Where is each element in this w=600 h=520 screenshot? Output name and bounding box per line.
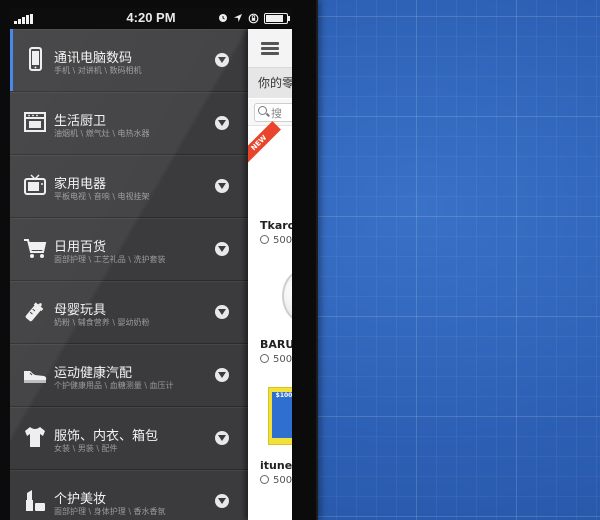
- menu-item-title: 母婴玩具: [54, 303, 107, 318]
- location-arrow-icon: [234, 14, 242, 22]
- coin-icon: [260, 475, 269, 484]
- sneaker-icon: [24, 371, 47, 383]
- menu-item-daily-goods[interactable]: 日用百货 面部护理 \ 工艺礼品 \ 洗护套装: [10, 218, 248, 281]
- search-placeholder: 搜: [271, 107, 282, 120]
- product-price: 500: [260, 475, 292, 486]
- menu-item-subtitle: 个护健康用品 \ 血糖测量 \ 血压计: [54, 381, 174, 390]
- cart-icon: [24, 239, 47, 258]
- lipstick-icon: [26, 490, 45, 511]
- product-price: 500: [260, 354, 292, 365]
- menu-item-title: 运动健康汽配: [54, 366, 133, 381]
- menu-item-beauty[interactable]: 个护美妆 面部护理 \ 身体护理 \ 香水香氛: [10, 470, 248, 520]
- menu-item-subtitle: 手机 \ 对讲机 \ 数码相机: [54, 66, 142, 75]
- menu-item-subtitle: 奶粉 \ 辅食营养 \ 婴幼奶粉: [54, 318, 150, 327]
- main-subbar: 你的零: [248, 68, 292, 98]
- chevron-down-icon[interactable]: [215, 53, 229, 67]
- main-content-panel[interactable]: 你的零 搜 NEW Tkaro 500 BARU 500 $100 itunes…: [248, 29, 292, 520]
- menu-item-subtitle: 平板电视 \ 音响 \ 电视挂架: [54, 192, 150, 201]
- menu-item-subtitle: 女装 \ 男装 \ 配件: [54, 444, 118, 453]
- phone-icon: [29, 47, 42, 71]
- chevron-down-icon[interactable]: [215, 494, 229, 508]
- gift-card-image[interactable]: $100: [268, 387, 292, 445]
- search-icon: [258, 106, 267, 115]
- menu-item-apparel[interactable]: 服饰、内衣、箱包 女装 \ 男装 \ 配件: [10, 407, 248, 470]
- menu-item-appliances[interactable]: 家用电器 平板电视 \ 音响 \ 电视挂架: [10, 155, 248, 218]
- chevron-down-icon[interactable]: [215, 431, 229, 445]
- chevron-down-icon[interactable]: [215, 116, 229, 130]
- menu-hamburger-icon[interactable]: [261, 42, 279, 56]
- product-name[interactable]: Tkaro: [260, 219, 292, 232]
- chevron-down-icon[interactable]: [215, 242, 229, 256]
- chevron-down-icon[interactable]: [215, 368, 229, 382]
- menu-item-subtitle: 面部护理 \ 工艺礼品 \ 洗护套装: [54, 255, 166, 264]
- menu-item-subtitle: 面部护理 \ 身体护理 \ 香水香氛: [54, 507, 166, 516]
- side-menu: 通讯电脑数码 手机 \ 对讲机 \ 数码相机 生活厨卫 油烟机 \ 燃气灶 \ …: [10, 29, 248, 520]
- menu-item-title: 生活厨卫: [54, 114, 107, 129]
- menu-item-title: 日用百货: [54, 240, 107, 255]
- new-badge: NEW: [248, 121, 281, 165]
- battery-icon: [264, 12, 290, 24]
- product-name[interactable]: BARU: [260, 338, 292, 351]
- menu-item-digital[interactable]: 通讯电脑数码 手机 \ 对讲机 \ 数码相机: [10, 29, 248, 92]
- orientation-lock-icon: [248, 13, 259, 23]
- coin-icon: [260, 235, 269, 244]
- menu-item-sports[interactable]: 运动健康汽配 个护健康用品 \ 血糖测量 \ 血压计: [10, 344, 248, 407]
- search-input[interactable]: 搜: [254, 103, 292, 122]
- chevron-down-icon[interactable]: [215, 305, 229, 319]
- menu-item-subtitle: 油烟机 \ 燃气灶 \ 电热水器: [54, 129, 150, 138]
- gift-card-value: $100: [272, 392, 292, 438]
- product-price: 500: [260, 235, 292, 246]
- menu-item-kitchen[interactable]: 生活厨卫 油烟机 \ 燃气灶 \ 电热水器: [10, 92, 248, 155]
- alarm-clock-icon: [219, 14, 227, 22]
- menu-item-baby-toys[interactable]: 母婴玩具 奶粉 \ 辅食营养 \ 婴幼奶粉: [10, 281, 248, 344]
- phone-frame: 4:20 PM 通讯电脑数码 手机 \ 对讲机 \ 数码相机 生活厨卫 油烟机 …: [0, 0, 318, 520]
- baby-bottle-icon: [25, 302, 44, 322]
- status-bar: 4:20 PM: [10, 8, 292, 28]
- oven-icon: [24, 112, 46, 132]
- coin-icon: [260, 354, 269, 363]
- menu-item-title: 通讯电脑数码: [54, 51, 133, 66]
- menu-item-title: 服饰、内衣、箱包: [54, 429, 159, 444]
- menu-item-title: 个护美妆: [54, 492, 107, 507]
- watch-image[interactable]: [282, 269, 292, 323]
- main-topbar: [248, 29, 292, 68]
- chevron-down-icon[interactable]: [215, 179, 229, 193]
- tshirt-icon: [25, 427, 45, 447]
- menu-item-title: 家用电器: [54, 177, 107, 192]
- product-name[interactable]: itunes: [260, 459, 292, 472]
- tv-icon: [24, 174, 46, 195]
